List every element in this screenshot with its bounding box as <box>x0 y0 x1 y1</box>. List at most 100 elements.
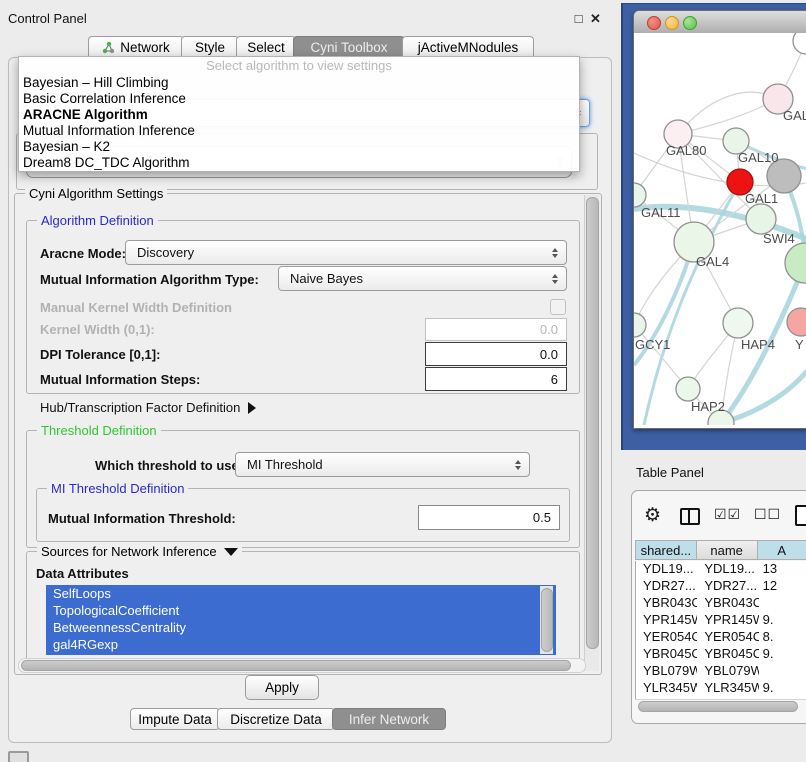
table-body[interactable]: YDL19...YDL19...13YDR27...YDR27...12YBR0… <box>635 561 806 701</box>
table-panel-title: Table Panel <box>636 465 704 480</box>
close-icon[interactable]: ✕ <box>589 12 602 25</box>
network-node-top-partial[interactable] <box>793 33 806 54</box>
popup-item[interactable]: Bayesian – K2 <box>19 139 579 155</box>
popup-item[interactable]: Mutual Information Inference <box>19 123 579 139</box>
table-cell: YPR145W <box>636 612 697 629</box>
table-row[interactable]: YDR27...YDR27...12 <box>636 578 806 595</box>
table-row[interactable]: YER054CYER054C8. <box>636 629 806 646</box>
network-node-hap2[interactable] <box>676 377 700 401</box>
tab-infer-network[interactable]: Infer Network <box>332 708 446 730</box>
column-header-partial[interactable]: A <box>758 540 806 560</box>
table-cell: YDR27... <box>697 578 758 595</box>
table-cell: 9. <box>759 646 806 663</box>
table-row[interactable]: YDL19...YDL19...13 <box>636 561 806 578</box>
checked-boxes-icon[interactable]: ☑☑ <box>714 506 741 523</box>
scrollbar-thumb[interactable] <box>541 588 553 652</box>
manual-kernel-checkbox[interactable] <box>550 299 566 315</box>
network-icon <box>102 41 115 54</box>
tab-style[interactable]: Style <box>181 36 239 58</box>
mi-steps-field[interactable]: 6 <box>425 367 567 391</box>
popup-item[interactable]: ARACNE Algorithm <box>19 107 579 123</box>
which-threshold-label: Which threshold to use: <box>95 458 243 473</box>
settings-vertical-scrollbar[interactable] <box>584 195 599 671</box>
aracne-mode-label: Aracne Mode: <box>40 246 126 261</box>
apply-button[interactable]: Apply <box>245 675 319 700</box>
hub-definition-expander[interactable]: Hub/Transcription Factor Definition <box>40 400 256 415</box>
network-window-titlebar[interactable] <box>634 11 806 34</box>
zoom-traffic-icon[interactable] <box>683 16 697 30</box>
combo-value: Discovery <box>137 245 194 260</box>
tab-select[interactable]: Select <box>236 36 296 58</box>
network-node-label: GCY1 <box>635 337 670 352</box>
mi-threshold-field[interactable]: 0.5 <box>418 505 560 530</box>
data-attributes-list[interactable]: SelfLoopsTopologicalCoefficientBetweenne… <box>46 585 556 655</box>
minimize-traffic-icon[interactable] <box>665 16 679 30</box>
tab-discretize-data[interactable]: Discretize Data <box>217 708 335 730</box>
table-cell <box>759 595 806 612</box>
table-cell: YBR045C <box>697 646 758 663</box>
combo-arrows-icon <box>552 248 558 258</box>
tab-impute-data[interactable]: Impute Data <box>130 708 220 730</box>
sources-expander[interactable]: Sources for Network Inference <box>37 544 242 559</box>
docked-panel-icon[interactable] <box>8 751 29 762</box>
table-horizontal-scrollbar[interactable] <box>635 699 806 713</box>
table-cell: YDR27... <box>636 578 697 595</box>
attribute-list-item[interactable]: gal4RGexp <box>46 636 556 653</box>
network-node-right-big[interactable] <box>785 243 806 283</box>
mi-type-combo[interactable]: Naive Bayes <box>278 266 567 291</box>
split-columns-icon[interactable] <box>680 508 700 525</box>
popup-item[interactable]: Dream8 DC_TDC Algorithm <box>19 155 579 171</box>
table-cell: YLR345W <box>697 680 758 697</box>
combo-arrows-icon <box>552 274 558 284</box>
table-row[interactable]: YBR043CYBR043C <box>636 595 806 612</box>
network-node-label: HAP4 <box>741 337 775 352</box>
tab-cyni-toolbox[interactable]: Cyni Toolbox <box>293 36 405 58</box>
table-cell: 12 <box>759 578 806 595</box>
attribute-list-item[interactable]: SelfLoops <box>46 585 556 602</box>
network-edge-thick <box>721 371 806 423</box>
attribute-list-item[interactable]: TopologicalCoefficient <box>46 602 556 619</box>
float-window-icon[interactable]: □ <box>572 12 585 25</box>
network-canvas-svg[interactable]: GALGAL80GAL10GAL1GAL11SWI4GAL4GCY1HAP4YH… <box>634 33 806 425</box>
which-threshold-combo[interactable]: MI Threshold <box>235 452 530 477</box>
kernel-width-label: Kernel Width (0,1): <box>40 322 155 337</box>
network-node-gcy1[interactable] <box>634 313 646 337</box>
popup-item[interactable]: Basic Correlation Inference <box>19 91 579 107</box>
tab-label: Impute Data <box>138 712 212 727</box>
table-cell: 13 <box>759 561 806 578</box>
table-row[interactable]: YPR145WYPR145W9. <box>636 612 806 629</box>
table-row[interactable]: YLR345WYLR345W9. <box>636 680 806 697</box>
kernel-width-field[interactable]: 0.0 <box>425 318 567 341</box>
table-row[interactable]: YBL079WYBL079W <box>636 663 806 680</box>
tab-label: Style <box>195 40 225 55</box>
column-header-shared-name[interactable]: shared... <box>635 540 697 560</box>
table-header: shared... name A <box>635 540 806 560</box>
table-row[interactable]: YBR045CYBR045C9. <box>636 646 806 663</box>
settings-horizontal-scrollbar[interactable] <box>18 658 586 673</box>
scrollbar-thumb[interactable] <box>21 660 571 671</box>
document-icon[interactable] <box>795 505 806 526</box>
network-node-label: GAL10 <box>738 150 778 165</box>
attribute-list-item[interactable]: BetweennessCentrality <box>46 619 556 636</box>
network-node-label: GAL80 <box>666 143 706 158</box>
scrollbar-thumb[interactable] <box>586 197 599 649</box>
gear-icon[interactable]: ⚙ <box>644 504 661 527</box>
tab-label: Cyni Toolbox <box>310 40 387 55</box>
unchecked-boxes-icon[interactable]: ☐☐ <box>754 506 781 523</box>
popup-placeholder: Select algorithm to view settings <box>19 57 579 75</box>
close-traffic-icon[interactable] <box>647 16 661 30</box>
network-node-swi4[interactable] <box>746 204 776 234</box>
network-node-salmon[interactable] <box>787 308 806 336</box>
tab-label: jActiveMNodules <box>418 40 519 55</box>
attributes-vertical-scrollbar[interactable] <box>540 586 553 654</box>
tab-network[interactable]: Network <box>88 36 184 58</box>
dpi-tolerance-field[interactable]: 0.0 <box>425 342 567 366</box>
network-node-label: HAP2 <box>691 399 725 414</box>
aracne-mode-combo[interactable]: Discovery <box>125 240 567 265</box>
table-cell: YDL19... <box>636 561 697 578</box>
popup-item[interactable]: Bayesian – Hill Climbing <box>19 75 579 91</box>
tab-jactivemnodules[interactable]: jActiveMNodules <box>402 36 534 58</box>
network-node-hap4[interactable] <box>723 308 753 338</box>
column-header-name[interactable]: name <box>697 540 758 560</box>
scrollbar-thumb[interactable] <box>638 701 798 712</box>
